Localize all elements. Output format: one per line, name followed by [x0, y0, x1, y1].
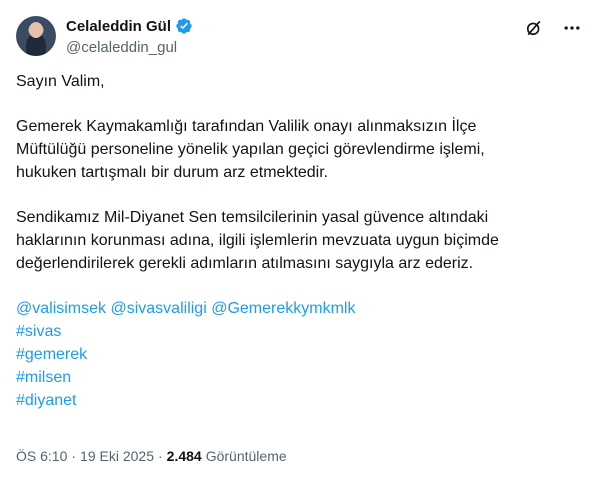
tweet-links: @valisimsek @sivasvaliligi @Gemerekkymkm… [16, 297, 576, 412]
tweet-meta: ÖS 6:10 · 19 Eki 2025 · 2.484 Görüntülem… [16, 448, 287, 464]
author-name-line: Celaleddin Gül [66, 17, 193, 35]
more-icon[interactable] [562, 18, 582, 38]
tweet-paragraph-1: Gemerek Kaymakamlığı tarafından Valilik … [16, 118, 485, 181]
hashtag-gemerek[interactable]: #gemerek [16, 343, 576, 366]
mention-sivasvaliligi[interactable]: @sivasvaliligi [110, 300, 206, 317]
hashtag-sivas[interactable]: #sivas [16, 320, 576, 343]
tweet-greeting: Sayın Valim, [16, 73, 105, 90]
tweet-header: Celaleddin Gül @celaleddin_gul [16, 12, 586, 60]
mention-valisimsek[interactable]: @valisimsek [16, 300, 106, 317]
verified-icon [176, 18, 192, 34]
view-count-label: Görüntüleme [205, 448, 287, 464]
mentions-line: @valisimsek @sivasvaliligi @Gemerekkymkm… [16, 297, 576, 320]
hashtag-diyanet[interactable]: #diyanet [16, 389, 576, 412]
author-name[interactable]: Celaleddin Gül [66, 18, 171, 35]
header-actions [524, 18, 582, 38]
author-handle[interactable]: @celaleddin_gul [66, 39, 177, 56]
avatar[interactable] [16, 16, 56, 56]
tweet-paragraph-2: Sendikamız Mil-Diyanet Sen temsilcilerin… [16, 209, 499, 272]
tweet-date[interactable]: 19 Eki 2025 [80, 448, 154, 464]
tweet-text: Sayın Valim, Gemerek Kaymakamlığı tarafı… [16, 70, 576, 412]
mention-gemerekkymkmlk[interactable]: @Gemerekkymkmlk [211, 300, 355, 317]
hashtag-milsen[interactable]: #milsen [16, 366, 576, 389]
tweet-time[interactable]: ÖS 6:10 [16, 448, 67, 464]
meta-separator: · [71, 448, 77, 464]
view-count: 2.484 [166, 448, 202, 464]
meta-separator: · [158, 448, 163, 464]
grok-icon[interactable] [524, 18, 544, 38]
